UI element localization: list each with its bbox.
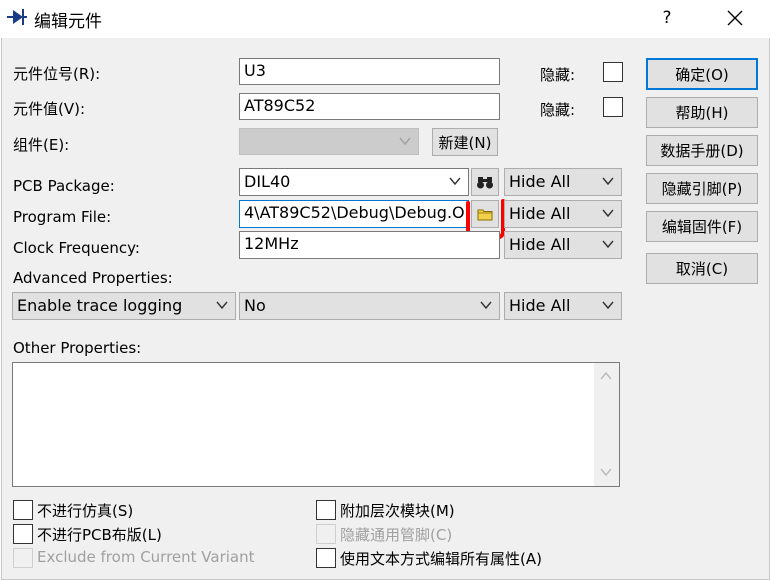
ref-input[interactable]: U3 bbox=[239, 58, 500, 85]
program-visibility-select[interactable]: Hide All bbox=[504, 200, 622, 228]
advanced-visibility-value: Hide All bbox=[509, 296, 571, 315]
new-group-button[interactable]: 新建(N) bbox=[432, 128, 498, 156]
clock-visibility-value: Hide All bbox=[509, 235, 571, 254]
ref-label: 元件位号(R): bbox=[13, 65, 101, 83]
program-input[interactable]: 4\AT89C52\Debug\Debug.OMF bbox=[239, 200, 469, 228]
edit-all-text-label: 使用文本方式编辑所有属性(A) bbox=[340, 550, 542, 568]
pcb-visibility-value: Hide All bbox=[509, 172, 571, 191]
chevron-down-icon bbox=[602, 240, 614, 249]
ref-hidden-label: 隐藏: bbox=[540, 66, 576, 84]
program-label: Program File: bbox=[13, 208, 112, 226]
edit-all-text-checkbox[interactable] bbox=[316, 548, 336, 568]
close-icon bbox=[727, 10, 743, 26]
chevron-down-icon bbox=[602, 177, 614, 186]
advanced-label: Advanced Properties: bbox=[13, 269, 173, 287]
title-bar: 编辑元件 ? bbox=[0, 0, 771, 38]
edit-firmware-button[interactable]: 编辑固件(F) bbox=[646, 211, 758, 242]
pcb-select-value: DIL40 bbox=[244, 172, 291, 191]
pcb-label: PCB Package: bbox=[13, 177, 115, 195]
value-hidden-checkbox[interactable] bbox=[603, 97, 623, 117]
program-visibility-value: Hide All bbox=[509, 204, 571, 223]
no-sim-label: 不进行仿真(S) bbox=[37, 502, 134, 520]
scroll-up-icon[interactable] bbox=[600, 371, 612, 381]
exclude-variant-checkbox bbox=[13, 548, 33, 568]
attach-hierarchy-checkbox[interactable] bbox=[316, 500, 336, 520]
clock-input[interactable]: 12MHz bbox=[239, 231, 500, 259]
pcb-select[interactable]: DIL40 bbox=[239, 168, 469, 196]
advanced-property-value: Enable trace logging bbox=[17, 296, 183, 315]
advanced-value-select[interactable]: No bbox=[239, 292, 500, 320]
hidden-pins-button[interactable]: 隐藏引脚(P) bbox=[646, 173, 758, 204]
other-properties-scrollbar[interactable] bbox=[594, 363, 619, 486]
group-select bbox=[239, 128, 419, 155]
cancel-button[interactable]: 取消(C) bbox=[646, 253, 758, 284]
chevron-down-icon bbox=[399, 137, 411, 146]
datasheet-button[interactable]: 数据手册(D) bbox=[646, 135, 758, 166]
other-properties-label: Other Properties: bbox=[13, 339, 142, 357]
chevron-down-icon bbox=[480, 301, 492, 310]
other-properties-textarea[interactable] bbox=[12, 362, 620, 487]
help-title-button[interactable]: ? bbox=[652, 4, 682, 32]
ok-button[interactable]: 确定(O) bbox=[646, 58, 758, 90]
pcb-visibility-select[interactable]: Hide All bbox=[504, 168, 622, 196]
clock-visibility-select[interactable]: Hide All bbox=[504, 231, 622, 259]
help-button[interactable]: 帮助(H) bbox=[646, 97, 758, 128]
scroll-down-icon[interactable] bbox=[600, 467, 612, 477]
chevron-down-icon bbox=[216, 301, 228, 310]
hide-common-pins-label: 隐藏通用管脚(C) bbox=[340, 526, 453, 544]
chevron-down-icon bbox=[602, 301, 614, 310]
advanced-visibility-select[interactable]: Hide All bbox=[504, 292, 622, 320]
component-icon bbox=[7, 9, 27, 25]
value-label: 元件值(V): bbox=[13, 100, 86, 118]
pcb-browse-button[interactable] bbox=[471, 168, 499, 196]
chevron-down-icon bbox=[602, 209, 614, 218]
hide-common-pins-checkbox bbox=[316, 524, 336, 544]
advanced-property-select[interactable]: Enable trace logging bbox=[12, 292, 236, 320]
close-button[interactable] bbox=[718, 4, 752, 32]
value-hidden-label: 隐藏: bbox=[540, 101, 576, 119]
exclude-variant-label: Exclude from Current Variant bbox=[37, 548, 255, 566]
no-sim-checkbox[interactable] bbox=[13, 500, 33, 520]
binoculars-icon bbox=[477, 177, 493, 189]
group-label: 组件(E): bbox=[13, 136, 70, 154]
clock-label: Clock Frequency: bbox=[13, 239, 140, 257]
ref-hidden-checkbox[interactable] bbox=[603, 62, 623, 82]
no-pcb-label: 不进行PCB布版(L) bbox=[37, 526, 162, 544]
no-pcb-checkbox[interactable] bbox=[13, 524, 33, 544]
chevron-down-icon bbox=[449, 177, 461, 186]
window-title: 编辑元件 bbox=[34, 12, 102, 32]
attach-hierarchy-label: 附加层次模块(M) bbox=[340, 502, 455, 520]
value-input[interactable]: AT89C52 bbox=[239, 93, 500, 120]
advanced-value-value: No bbox=[244, 296, 266, 315]
